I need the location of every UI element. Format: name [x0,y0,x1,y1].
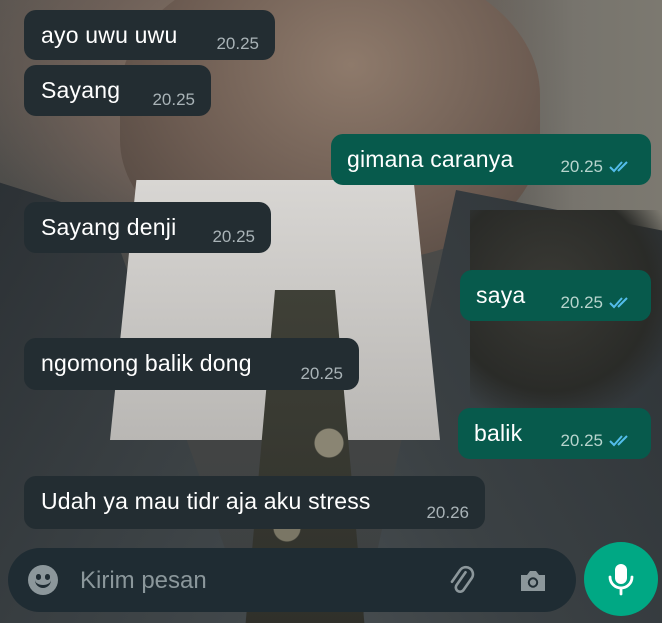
voice-message-button[interactable] [584,542,658,616]
message-bubble[interactable]: ayo uwu uwu 20.25 [24,10,275,60]
message-text: saya [476,282,526,308]
message-bubble[interactable]: gimana caranya 20.25 [331,134,651,185]
message-text: balik [474,420,523,446]
message-bubble[interactable]: Udah ya mau tidr aja aku stress 20.26 [24,476,485,529]
microphone-icon [608,564,634,596]
message-time: 20.26 [426,503,469,522]
message-text: Sayang [41,77,121,103]
paperclip-icon[interactable] [445,564,479,598]
message-time: 20.25 [300,364,343,383]
read-receipt-icon [609,435,628,447]
message-bubble[interactable]: ngomong balik dong 20.25 [24,338,359,390]
message-input[interactable] [78,564,422,598]
message-text: ngomong balik dong [41,350,252,376]
message-bubble[interactable]: Sayang 20.25 [24,65,211,116]
message-text: ayo uwu uwu [41,22,178,48]
message-text: gimana caranya [347,146,514,172]
message-time: 20.25 [212,227,255,246]
read-receipt-icon [609,297,628,309]
message-text: Udah ya mau tidr aja aku stress [41,488,371,514]
message-text: Sayang denji [41,214,177,240]
message-time: 20.25 [152,90,195,109]
read-receipt-icon [609,161,628,173]
message-time: 20.25 [560,431,603,450]
message-time: 20.25 [560,293,603,312]
message-time: 20.25 [560,157,603,176]
message-bubble[interactable]: balik 20.25 [458,408,651,459]
emoji-icon[interactable] [28,565,58,595]
message-time: 20.25 [216,34,259,53]
message-bubble[interactable]: Sayang denji 20.25 [24,202,271,253]
camera-icon[interactable] [516,564,550,598]
message-bubble[interactable]: saya 20.25 [460,270,651,321]
message-composer [8,548,576,612]
